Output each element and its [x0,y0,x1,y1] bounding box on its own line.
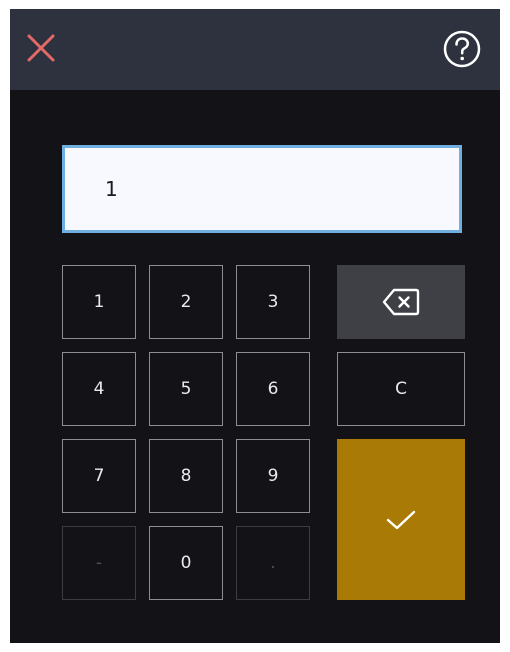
value-display[interactable]: 1 [62,145,462,233]
checkmark-icon [386,510,416,529]
key-9[interactable]: 9 [236,439,310,513]
key-label: 9 [267,466,279,486]
key-label: . [270,553,276,573]
key-5[interactable]: 5 [149,352,223,426]
key-1[interactable]: 1 [62,265,136,339]
confirm-button[interactable] [337,439,465,600]
help-button[interactable] [442,29,482,69]
key-label: 2 [180,292,192,312]
key-6[interactable]: 6 [236,352,310,426]
key-7[interactable]: 7 [62,439,136,513]
key-label: 7 [93,466,105,486]
keypad-dialog: 1 1 2 3 4 5 6 C 7 8 9 - 0 . [10,9,500,643]
key-8[interactable]: 8 [149,439,223,513]
key-0[interactable]: 0 [149,526,223,600]
key-label: 8 [180,466,192,486]
close-icon [27,34,55,62]
key-label: - [95,553,103,573]
key-label: 5 [180,379,192,399]
key-label: 0 [180,553,192,573]
key-2[interactable]: 2 [149,265,223,339]
key-label: 6 [267,379,279,399]
display-value: 1 [105,177,118,201]
clear-button[interactable]: C [337,352,465,426]
key-decimal: . [236,526,310,600]
help-icon [443,30,481,68]
key-label: 3 [267,292,279,312]
clear-label: C [395,379,407,399]
key-minus: - [62,526,136,600]
backspace-icon [382,288,420,316]
key-label: 1 [93,292,105,312]
key-4[interactable]: 4 [62,352,136,426]
backspace-button[interactable] [337,265,465,339]
dialog-header [10,9,500,90]
key-3[interactable]: 3 [236,265,310,339]
close-button[interactable] [22,29,62,69]
key-label: 4 [93,379,105,399]
